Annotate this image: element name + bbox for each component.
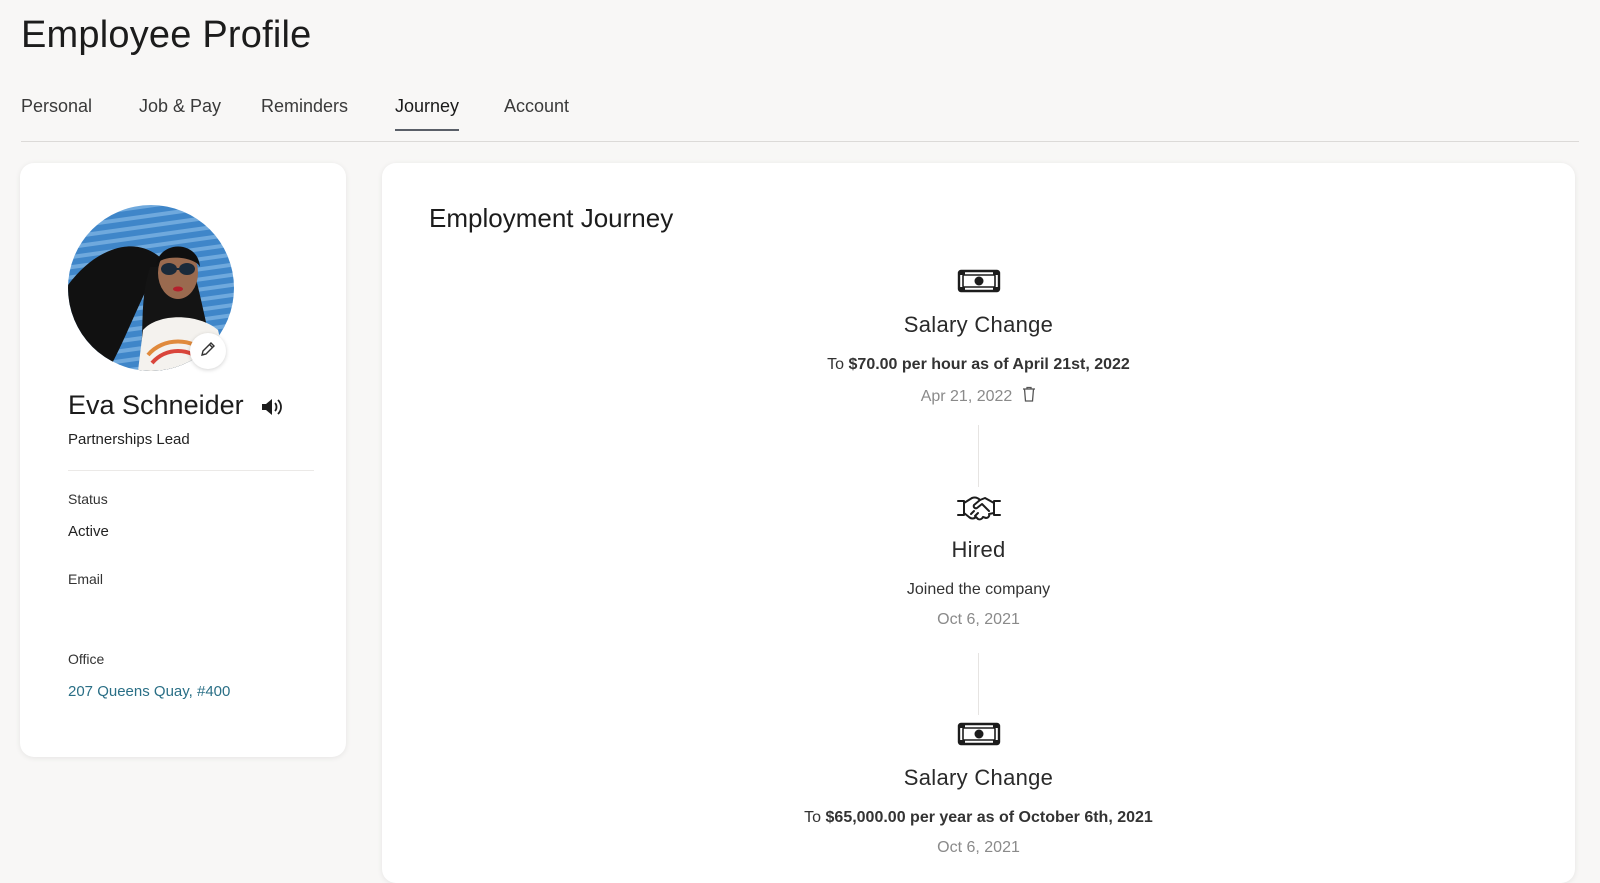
status-value: Active (68, 523, 109, 540)
tab-job-and-pay[interactable]: Job & Pay (139, 96, 221, 131)
event-date: Apr 21, 2022 (920, 387, 1013, 405)
status-label: Status (68, 491, 108, 507)
employee-role: Partnerships Lead (68, 431, 190, 448)
pencil-icon (199, 340, 217, 363)
tab-account[interactable]: Account (504, 96, 569, 131)
edit-avatar-button[interactable] (190, 333, 226, 369)
event-desc-prefix: To (827, 356, 849, 373)
timeline-event: Salary Change To $65,000.00 per year as … (382, 721, 1575, 857)
event-desc-detail: $70.00 per hour as of April 21st, 2022 (848, 356, 1130, 373)
event-desc-prefix: To (804, 809, 826, 826)
timeline-event: Salary Change To $70.00 per hour as of A… (382, 268, 1575, 407)
tab-journey[interactable]: Journey (395, 96, 460, 131)
handshake-icon (956, 493, 1002, 523)
page-title: Employee Profile (21, 14, 312, 56)
timeline: Salary Change To $70.00 per hour as of A… (382, 163, 1575, 883)
event-title: Salary Change (903, 312, 1054, 337)
speaker-icon[interactable] (260, 397, 284, 422)
timeline-connector (978, 653, 979, 715)
event-title: Hired (951, 537, 1006, 562)
tab-reminders[interactable]: Reminders (261, 96, 348, 131)
trash-icon[interactable] (1022, 386, 1036, 407)
event-date: Oct 6, 2021 (937, 611, 1020, 628)
journey-card: Employment Journey Salary Change To $70.… (382, 163, 1575, 883)
divider (68, 470, 314, 471)
money-icon (957, 721, 1001, 751)
money-icon (957, 268, 1001, 298)
office-label: Office (68, 651, 105, 667)
timeline-event: Hired Joined the company Oct 6, 2021 (382, 493, 1575, 629)
profile-card: Eva Schneider Partnerships Lead Status A… (20, 163, 346, 757)
email-label: Email (68, 571, 104, 587)
event-desc-prefix: Joined the company (906, 581, 1051, 598)
tab-personal[interactable]: Personal (21, 96, 92, 131)
event-desc-detail: $65,000.00 per year as of October 6th, 2… (825, 809, 1153, 826)
tab-bar: Personal Job & Pay Reminders Journey Acc… (21, 96, 1579, 142)
event-title: Salary Change (903, 765, 1054, 790)
event-date: Oct 6, 2021 (937, 839, 1020, 856)
timeline-connector (978, 425, 979, 487)
office-link[interactable]: 207 Queens Quay, #400 (68, 683, 230, 700)
employee-name: Eva Schneider (68, 390, 244, 420)
